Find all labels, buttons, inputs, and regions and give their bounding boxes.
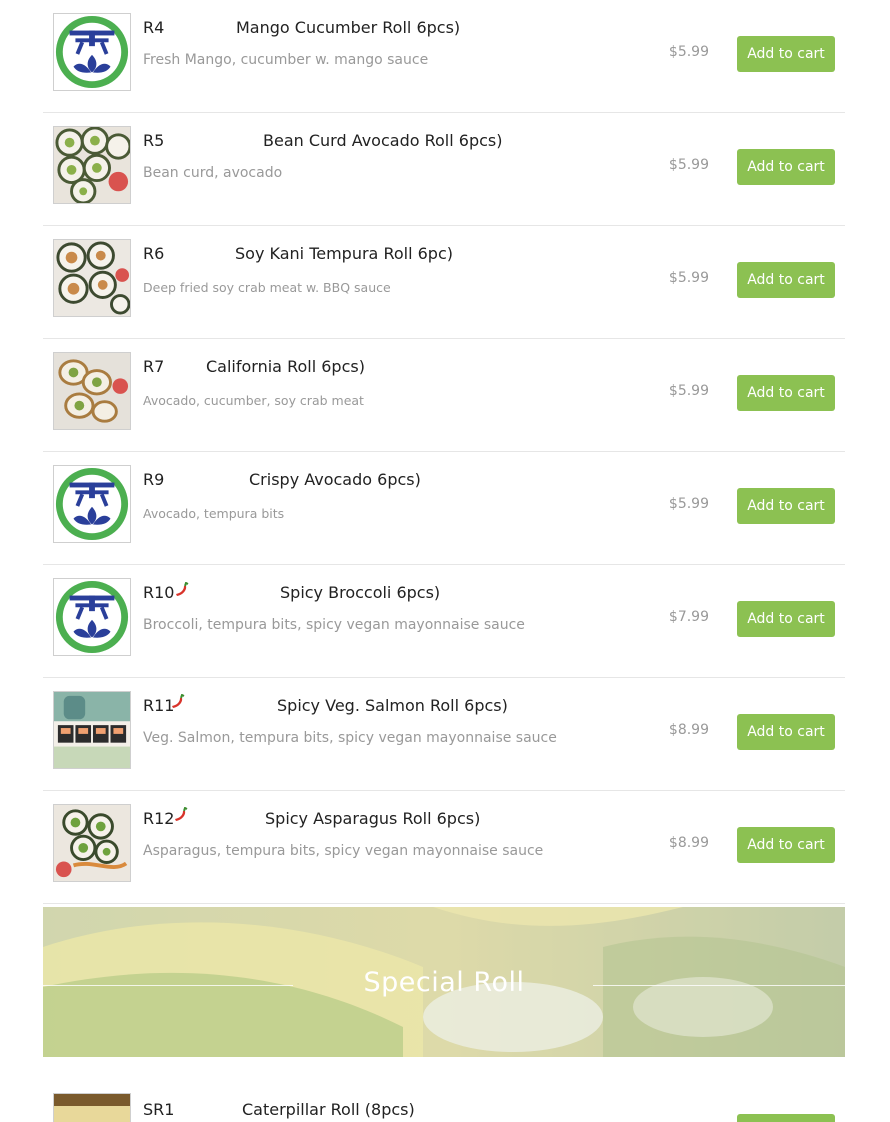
add-to-cart-button[interactable]: Add to cart xyxy=(737,714,835,750)
item-description: Avocado, cucumber, soy crab meat xyxy=(143,393,364,408)
item-description: Veg. Salmon, tempura bits, spicy vegan m… xyxy=(143,730,557,746)
item-name: Spicy Broccoli 6pcs) xyxy=(280,583,441,602)
add-to-cart-button[interactable]: Add to cart xyxy=(737,601,835,637)
item-name: Mango Cucumber Roll 6pcs) xyxy=(236,18,461,37)
logo-icon xyxy=(53,13,131,91)
add-to-cart-button[interactable]: Add to cart xyxy=(737,488,835,524)
item-description: Fresh Mango, cucumber w. mango sauce xyxy=(143,52,429,68)
item-price: $5.99 xyxy=(668,383,709,399)
menu-list: R4 Mango Cucumber Roll 6pcs) Fresh Mango… xyxy=(43,0,845,904)
sushi-photo xyxy=(53,239,131,317)
item-price: $5.99 xyxy=(668,157,709,173)
item-code: R7 xyxy=(143,357,165,376)
chili-pepper-icon xyxy=(173,806,189,827)
menu-item: R10 Spicy Broccoli 6pcs) Broccoli, tempu… xyxy=(43,565,845,678)
item-description: Avocado, tempura bits xyxy=(143,506,285,521)
item-price: $8.99 xyxy=(668,835,709,851)
sushi-photo xyxy=(53,804,131,882)
add-to-cart-button[interactable]: Add to cart xyxy=(737,149,835,185)
item-price: $5.99 xyxy=(668,44,709,60)
logo-icon xyxy=(53,465,131,543)
item-price: $7.99 xyxy=(668,609,709,625)
item-code: R10 xyxy=(143,583,175,602)
sushi-photo xyxy=(53,1093,131,1122)
item-code: R5 xyxy=(143,131,165,150)
item-code: R12 xyxy=(143,809,175,828)
item-price: $8.99 xyxy=(668,722,709,738)
item-name: Bean Curd Avocado Roll 6pcs) xyxy=(263,131,503,150)
logo-icon xyxy=(53,578,131,656)
section-banner: Special Roll xyxy=(43,907,845,1057)
item-name: Soy Kani Tempura Roll 6pc) xyxy=(235,244,453,263)
menu-item: R5 Bean Curd Avocado Roll 6pcs) Bean cur… xyxy=(43,113,845,226)
item-code: SR1 xyxy=(143,1100,175,1119)
add-to-cart-button[interactable]: Add to cart xyxy=(737,827,835,863)
sushi-photo xyxy=(53,126,131,204)
item-price: $5.99 xyxy=(668,496,709,512)
menu-item: R12 Spicy Asparagus Roll 6pcs) Asparagus… xyxy=(43,791,845,904)
item-code: R6 xyxy=(143,244,165,263)
item-name: California Roll 6pcs) xyxy=(206,357,365,376)
item-name: Spicy Veg. Salmon Roll 6pcs) xyxy=(277,696,508,715)
add-to-cart-button[interactable]: Add to cart xyxy=(737,375,835,411)
menu-item: R9 Crispy Avocado 6pcs) Avocado, tempura… xyxy=(43,452,845,565)
add-to-cart-button[interactable]: Add to cart xyxy=(737,262,835,298)
item-code: R4 xyxy=(143,18,165,37)
chili-pepper-icon xyxy=(174,581,190,602)
add-to-cart-button[interactable] xyxy=(737,1114,835,1122)
item-description: Bean curd, avocado xyxy=(143,165,283,181)
menu-item: R6 Soy Kani Tempura Roll 6pc) Deep fried… xyxy=(43,226,845,339)
item-description: Asparagus, tempura bits, spicy vegan may… xyxy=(143,843,544,859)
menu-item: R7 California Roll 6pcs) Avocado, cucumb… xyxy=(43,339,845,452)
item-code: R9 xyxy=(143,470,165,489)
menu-item: R11 Spicy Veg. Salmon Roll 6pcs) Veg. Sa… xyxy=(43,678,845,791)
item-name: Spicy Asparagus Roll 6pcs) xyxy=(265,809,481,828)
item-description: Deep fried soy crab meat w. BBQ sauce xyxy=(143,280,391,295)
item-price: $5.99 xyxy=(668,270,709,286)
chili-pepper-icon xyxy=(170,693,186,714)
section-title: Special Roll xyxy=(363,967,525,998)
add-to-cart-button[interactable]: Add to cart xyxy=(737,36,835,72)
menu-item: R4 Mango Cucumber Roll 6pcs) Fresh Mango… xyxy=(43,0,845,113)
item-name: Crispy Avocado 6pcs) xyxy=(249,470,421,489)
item-name: Caterpillar Roll (8pcs) xyxy=(242,1100,415,1119)
menu-item: SR1 Caterpillar Roll (8pcs) xyxy=(43,1080,845,1122)
sushi-photo xyxy=(53,691,131,769)
sushi-photo xyxy=(53,352,131,430)
item-description: Broccoli, tempura bits, spicy vegan mayo… xyxy=(143,617,525,633)
